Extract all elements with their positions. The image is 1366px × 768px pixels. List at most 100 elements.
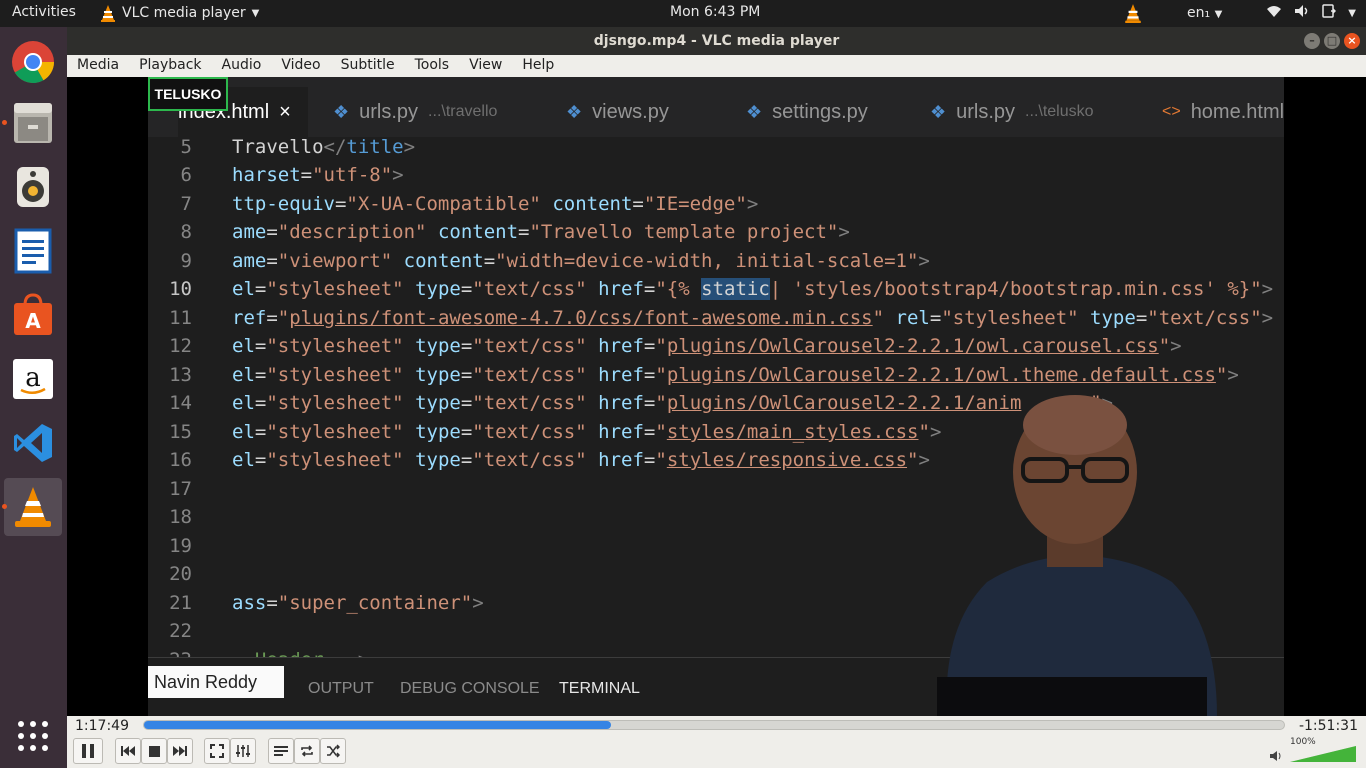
window-title: djsngo.mp4 - VLC media player	[593, 33, 840, 49]
software-center-launcher[interactable]: A	[4, 286, 62, 344]
pause-icon	[82, 744, 94, 758]
tab-label: settings.py	[772, 100, 868, 123]
remaining-time[interactable]: -1:51:31	[1299, 718, 1358, 734]
activities-button[interactable]: Activities	[12, 4, 76, 20]
code-text: harset="utf-8">	[232, 164, 404, 186]
menu-bar: Media Playback Audio Video Subtitle Tool…	[67, 55, 1366, 77]
telusko-watermark: TELUSKO	[148, 77, 228, 111]
code-line: 8 ame="description" content="Travello tem…	[148, 218, 1284, 246]
maximize-button[interactable]: □	[1324, 33, 1340, 49]
code-text: el="stylesheet" type="text/css" href="{%…	[232, 278, 1274, 300]
system-tray: en₁ ▼ ▼	[1123, 2, 1356, 24]
dock: A a	[0, 27, 67, 768]
editor-tab: ❖ urls.py ...\travello	[333, 87, 497, 137]
elapsed-time[interactable]: 1:17:49	[75, 718, 129, 734]
stop-icon	[148, 745, 160, 757]
editor-tab: ❖ settings.py	[746, 87, 868, 137]
app-menu[interactable]: VLC media player ▼	[100, 4, 259, 22]
code-text: el="stylesheet" type="text/css" href="st…	[232, 449, 930, 471]
shuffle-button[interactable]	[320, 738, 346, 764]
line-number: 10	[169, 278, 192, 300]
chrome-icon	[12, 41, 55, 84]
writer-launcher[interactable]	[4, 222, 62, 280]
panel-tab-debug-console: DEBUG CONSOLE	[400, 680, 540, 697]
menu-view[interactable]: View	[459, 55, 512, 77]
skip-back-icon	[121, 746, 135, 756]
volume-slider[interactable]: 100%	[1288, 737, 1358, 764]
keyboard-layout-indicator[interactable]: en₁ ▼	[1187, 5, 1222, 21]
clock[interactable]: Mon 6:43 PM	[670, 4, 760, 20]
shopping-bag-icon: A	[14, 293, 52, 335]
extended-settings-button[interactable]	[230, 738, 256, 764]
code-text: el="stylesheet" type="text/css" href="pl…	[232, 335, 1182, 357]
stop-button[interactable]	[141, 738, 167, 764]
amazon-launcher[interactable]: a	[4, 350, 62, 408]
menu-tools[interactable]: Tools	[405, 55, 460, 77]
loop-button[interactable]	[294, 738, 320, 764]
power-icon[interactable]	[1322, 4, 1337, 22]
vscode-launcher[interactable]	[4, 414, 62, 472]
python-icon: ❖	[746, 101, 763, 122]
playlist-button[interactable]	[268, 738, 294, 764]
volume-level: 100%	[1290, 737, 1316, 747]
line-number: 17	[169, 478, 192, 500]
line-number: 22	[169, 620, 192, 642]
chrome-launcher[interactable]	[4, 33, 62, 91]
code-line: 10 el="stylesheet" type="text/css" href="…	[148, 275, 1284, 303]
line-number: 15	[169, 421, 192, 443]
code-text: el="stylesheet" type="text/css" href="st…	[232, 421, 942, 443]
vlc-cone-icon	[101, 5, 115, 22]
seek-progress	[144, 721, 612, 729]
video-area[interactable]: index.html × ❖ urls.py ...\travello ❖ vi…	[67, 77, 1366, 716]
previous-button[interactable]	[115, 738, 141, 764]
loop-icon	[301, 745, 313, 757]
fullscreen-button[interactable]	[204, 738, 230, 764]
line-number: 19	[169, 535, 192, 557]
code-line: 7 ttp-equiv="X-UA-Compatible" content="IE…	[148, 190, 1284, 218]
menu-media[interactable]: Media	[67, 55, 129, 77]
editor-tab-bar: index.html × ❖ urls.py ...\travello ❖ vi…	[148, 77, 1284, 137]
chevron-down-icon: ▼	[251, 7, 260, 19]
panel-tab-output: OUTPUT	[308, 680, 374, 697]
tab-label: views.py	[592, 100, 669, 123]
menu-playback[interactable]: Playback	[129, 55, 211, 77]
volume-icon[interactable]	[1294, 4, 1310, 22]
svg-text:a: a	[25, 363, 41, 393]
window-buttons: – □ ×	[1304, 33, 1360, 49]
window-title-bar[interactable]: djsngo.mp4 - VLC media player – □ ×	[67, 27, 1366, 55]
speaker-icon[interactable]	[1270, 750, 1282, 766]
fullscreen-icon	[210, 744, 224, 758]
pause-button[interactable]	[73, 738, 103, 764]
line-number: 7	[180, 193, 192, 215]
app-menu-label: VLC media player	[122, 5, 246, 21]
code-text: ame="description" content="Travello temp…	[232, 221, 850, 243]
wifi-icon[interactable]	[1266, 4, 1282, 22]
vscode-icon	[14, 424, 52, 462]
line-number: 8	[180, 221, 192, 243]
menu-subtitle[interactable]: Subtitle	[331, 55, 405, 77]
code-line: 5 Travello</title>	[148, 133, 1284, 161]
chevron-down-icon[interactable]: ▼	[1348, 8, 1356, 19]
line-number: 12	[169, 335, 192, 357]
tab-hint: ...\telusko	[1025, 103, 1094, 120]
code-text: ass="super_container">	[232, 592, 484, 614]
vlc-cone-icon	[15, 487, 51, 527]
system-top-bar: Activities VLC media player ▼ Mon 6:43 P…	[0, 0, 1366, 27]
next-button[interactable]	[167, 738, 193, 764]
html-icon: <>	[1162, 103, 1181, 120]
line-number: 21	[169, 592, 192, 614]
minimize-button[interactable]: –	[1304, 33, 1320, 49]
close-button[interactable]: ×	[1344, 33, 1360, 49]
files-launcher[interactable]	[4, 94, 62, 152]
menu-audio[interactable]: Audio	[212, 55, 272, 77]
menu-video[interactable]: Video	[271, 55, 330, 77]
vlc-launcher[interactable]	[4, 478, 62, 536]
rhythmbox-launcher[interactable]	[4, 158, 62, 216]
show-applications-button[interactable]	[4, 707, 62, 765]
seek-bar[interactable]	[143, 720, 1285, 730]
equalizer-icon	[236, 745, 250, 757]
menu-help[interactable]: Help	[512, 55, 564, 77]
file-cabinet-icon	[14, 103, 52, 143]
line-number: 20	[169, 563, 192, 585]
vlc-tray-icon[interactable]	[1123, 3, 1143, 23]
